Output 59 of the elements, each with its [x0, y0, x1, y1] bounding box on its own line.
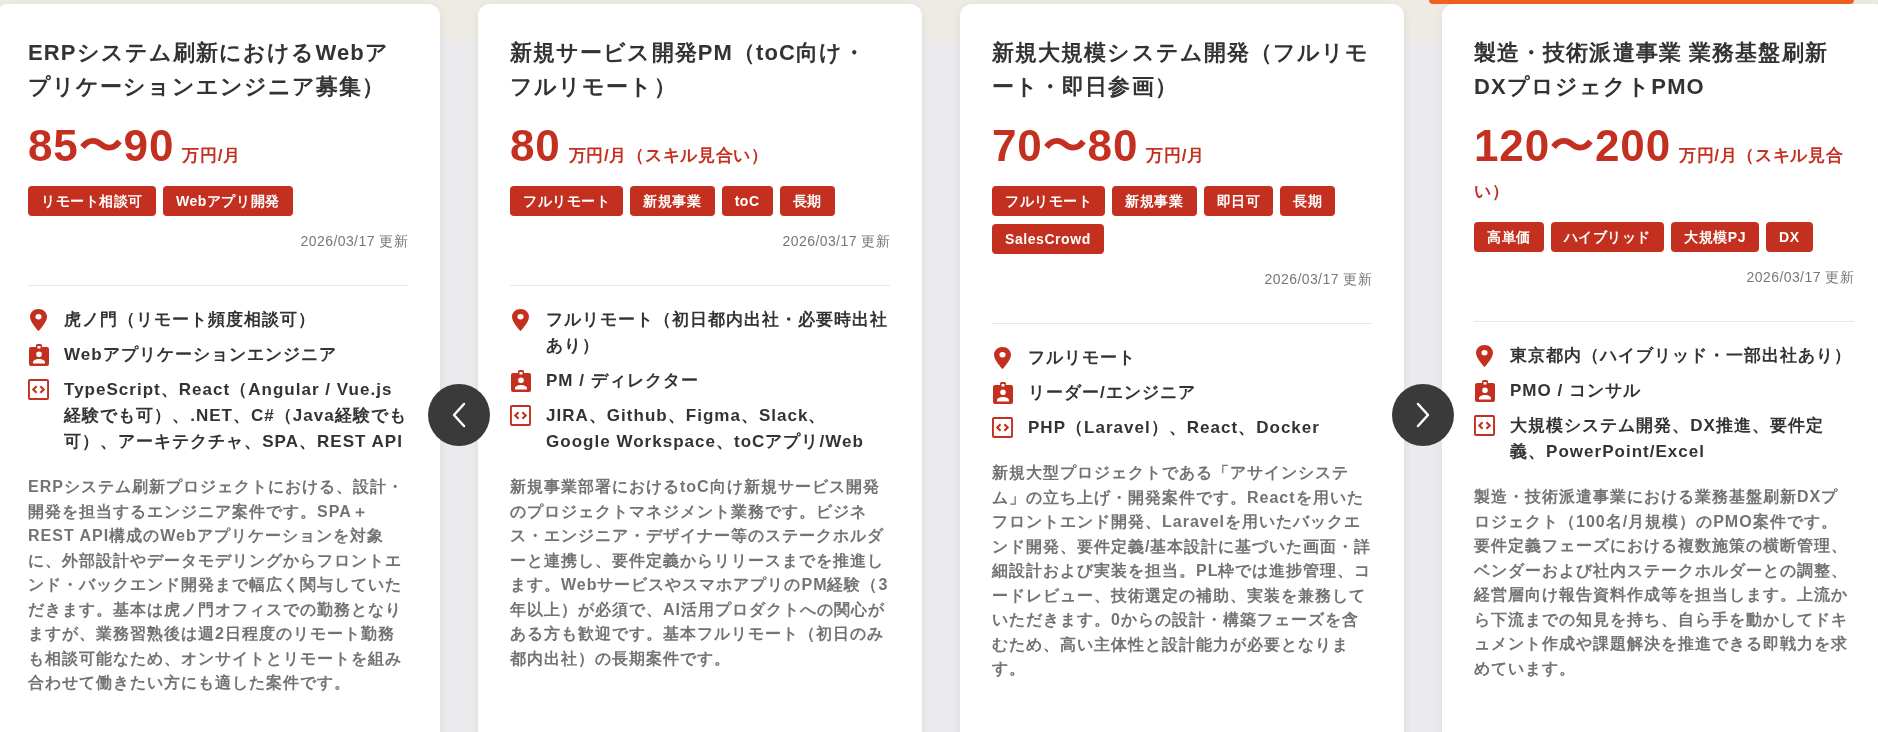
tag: ハイブリッド	[1550, 222, 1665, 252]
code-icon	[1474, 415, 1495, 436]
role-text: リーダー/エンジニア	[1028, 382, 1196, 404]
tag: 大規模PJ	[1671, 222, 1759, 252]
tag: 長期	[779, 186, 835, 216]
skills-text: TypeScript、React（Angular / Vue.js経験でも可）、.NET、C#（Java経験でも可）、アーキテクチャ、SPA、REST API	[64, 379, 408, 453]
location-pin-icon	[30, 309, 47, 331]
updated-date: 2026/03/17 更新	[300, 232, 408, 251]
role-text: PMO / コンサル	[1510, 380, 1642, 402]
price-unit: 万円/月（スキル見合い）	[568, 146, 769, 165]
tag: DX	[1766, 222, 1813, 252]
job-title: ERPシステム刷新におけるWebアプリケーションエンジニア募集）	[28, 39, 390, 101]
tag: 即日可	[1203, 186, 1274, 216]
code-icon	[510, 405, 531, 426]
role-text: Webアプリケーションエンジニア	[64, 344, 337, 366]
location-pin-icon	[512, 309, 529, 331]
tag: 長期	[1280, 186, 1336, 216]
code-icon	[28, 379, 49, 400]
price-unit: 万円/月	[1146, 146, 1205, 165]
tag: 新規事業	[1112, 186, 1197, 216]
id-badge-icon	[510, 370, 531, 392]
role-text: PM / ディレクター	[546, 370, 699, 392]
skills-text: JIRA、Github、Figma、Slack、Google Workspace、toCアプリ/Web	[546, 405, 865, 453]
job-description: 新規事業部署におけるtoC向け新規サービス開発のプロジェクトマネジメント業務です。ビジネス・エンジニア・デザイナー等のステークホルダーと連携し、要件定義からリリースまでを推進します。WebサービスやスマホアプリのPM経験（3年以上）が必須で、AI活用プロダクトへの関心がある方も歓迎です。基本フルリモート（初日のみ都内出社）の長期案件です。	[510, 477, 890, 669]
location-text: 東京都内（ハイブリッド・一部出社あり）	[1510, 345, 1853, 367]
location-pin-icon	[1476, 345, 1493, 367]
chevron-left-icon	[452, 402, 466, 428]
price-amount: 80	[510, 121, 561, 170]
tag: toC	[721, 186, 773, 216]
price-amount: 70〜80	[992, 121, 1139, 170]
chevron-right-icon	[1416, 402, 1430, 428]
updated-date: 2026/03/17 更新	[1264, 270, 1372, 289]
skills-text: 大規模システム開発、DX推進、要件定義、PowerPoint/Excel	[1510, 415, 1825, 463]
tag: リモート相談可	[28, 186, 156, 216]
price-amount: 85〜90	[28, 121, 175, 170]
id-badge-icon	[992, 382, 1013, 404]
tag: フルリモート	[510, 186, 624, 216]
job-title: 製造・技術派遣事業 業務基盤刷新DXプロジェクトPMO	[1474, 39, 1829, 101]
tag: Webアプリ開発	[162, 186, 293, 216]
tag: 高単価	[1474, 222, 1544, 252]
updated-date: 2026/03/17 更新	[1746, 268, 1854, 287]
updated-date: 2026/03/17 更新	[782, 232, 890, 251]
id-badge-icon	[28, 344, 49, 366]
job-title: 新規大規模システム開発（フルリモート・即日参画）	[992, 39, 1371, 101]
id-badge-icon	[1474, 380, 1495, 402]
location-pin-icon	[994, 347, 1011, 369]
job-description: 製造・技術派遣事業における業務基盤刷新DXプロジェクト（100名/月規模）のPMO案件です。要件定義フェーズにおける複数施策の横断管理、ベンダーおよび社内ステークホルダーとの調整、経営層向け報告資料作成等を担当します。上流から下流までの知見を持ち、自ら手を動かしてドキュメント作成や課題解決を推進できる即戦力を求めています。	[1474, 487, 1849, 679]
code-icon	[992, 417, 1013, 438]
tag: フルリモート	[992, 186, 1106, 216]
location-text: フルリモート	[1028, 347, 1137, 369]
skills-text: PHP（Laravel）、React、Docker	[1028, 417, 1320, 439]
location-text: 虎ノ門（リモート頻度相談可）	[64, 309, 317, 331]
job-description: 新規大型プロジェクトである「アサインシステム」の立ち上げ・開発案件です。Reactを用いたフロントエンド開発、Laravelを用いたバックエンド開発、要件定義/基本設計に基づいた画面・詳細設計および実装を担当。PL枠では進捗管理、コードレビュー、技術選定の補助、実装を兼務していただきます。0からの設計・構築フェーズを含むため、高い主体性と設計能力が必要となります。	[992, 463, 1372, 679]
job-title: 新規サービス開発PM（toC向け・フルリモート）	[510, 39, 868, 101]
location-text: フルリモート（初日都内出社・必要時出社あり）	[546, 309, 890, 357]
tag: SalesCrowd	[992, 224, 1104, 254]
job-description: ERPシステム刷新プロジェクトにおける、設計・開発を担当するエンジニア案件です。SPA＋REST API構成のWebアプリケーションを対象に、外部設計やデータモデリングからフロントエンド・バックエンド開発まで幅広く関与していただきます。基本は虎ノ門オフィスでの勤務となりますが、業務習熟後は週2日程度のリモート勤務も相談可能なため、オンサイトとリモートを組み合わせて働きたい方にも適した案件です。	[28, 477, 405, 693]
price-unit: 万円/月	[182, 146, 241, 165]
tag: 新規事業	[630, 186, 715, 216]
